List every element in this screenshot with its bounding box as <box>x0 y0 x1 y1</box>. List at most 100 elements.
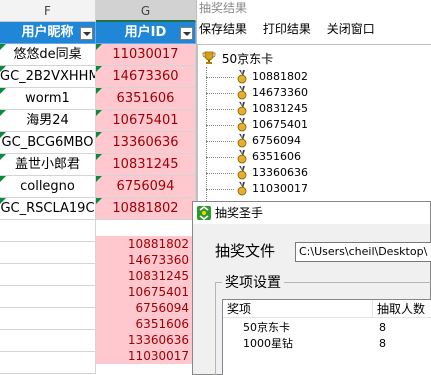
empty-cell[interactable] <box>0 308 96 330</box>
empty-cell[interactable] <box>0 286 96 308</box>
nickname-cell[interactable]: worm1 <box>0 88 96 110</box>
medal-icon <box>237 102 247 116</box>
error-indicator-icon <box>0 132 6 138</box>
user-id-cell[interactable]: 10675401 <box>96 110 196 132</box>
nickname-cell[interactable]: 盖世小郎君 <box>0 154 96 176</box>
pasted-id-cell[interactable]: 11030017 <box>96 348 196 364</box>
filter-dropdown-icon[interactable] <box>80 27 93 40</box>
nickname-cell[interactable]: GC_2B2VXHHM <box>0 66 96 88</box>
table-row: collegno 6756094 <box>0 176 196 198</box>
user-id-cell[interactable]: 10881802 <box>96 198 196 220</box>
error-indicator-icon <box>96 44 102 50</box>
winner-id: 10881802 <box>252 70 308 83</box>
list-item[interactable]: 1000星钻 8 <box>223 336 431 352</box>
column-header-count[interactable]: 抽取人数 <box>373 300 431 318</box>
user-id-cell[interactable]: 6351606 <box>96 88 196 110</box>
window-titlebar[interactable]: 抽奖圣手 <box>193 202 430 224</box>
error-indicator-icon <box>0 176 6 182</box>
prize-count: 8 <box>379 337 386 350</box>
prize-name: 1000星钻 <box>243 337 293 350</box>
pasted-id-cell[interactable]: 14673360 <box>96 252 196 268</box>
user-id-cell[interactable]: 13360636 <box>96 132 196 154</box>
menu-bar: 保存结果 打印结果 关闭窗口 <box>197 18 431 40</box>
user-id-cell[interactable]: 14673360 <box>96 66 196 88</box>
user-id-header-cell[interactable]: 用户ID <box>96 22 196 44</box>
nickname-cell[interactable]: collegno <box>0 176 96 198</box>
pasted-id-cell[interactable]: 6756094 <box>96 300 196 316</box>
menu-save-results[interactable]: 保存结果 <box>199 22 247 36</box>
nickname-cell[interactable]: 海男24 <box>0 110 96 132</box>
pasted-id-cell[interactable]: 6351606 <box>96 316 196 332</box>
tree-connector <box>206 67 207 207</box>
prize-count: 8 <box>379 321 386 334</box>
winner-id: 10675401 <box>252 118 308 131</box>
error-indicator-icon <box>0 88 6 94</box>
table-row: GC_RSCLA19C 10881802 <box>0 198 196 220</box>
error-indicator-icon <box>0 154 6 160</box>
nickname-cell[interactable]: GC_BCG6MBO <box>0 132 96 154</box>
nickname-cell[interactable]: GC_RSCLA19C <box>0 198 96 220</box>
table-row: GC_2B2VXHHM 14673360 <box>0 66 196 88</box>
prize-list[interactable]: 奖项 抽取人数 50京东卡 8 1000星钻 8 <box>222 299 431 375</box>
prize-name: 50京东卡 <box>243 321 290 334</box>
medal-icon <box>237 70 247 84</box>
group-title: 奖项设置 <box>222 272 284 292</box>
column-header-g[interactable]: G <box>96 0 196 22</box>
winner-id: 6756094 <box>252 134 301 147</box>
nickname-cell[interactable]: 悠悠de同桌 <box>0 44 96 66</box>
column-header-f[interactable]: F <box>0 0 96 22</box>
error-indicator-icon <box>96 66 102 72</box>
file-path-field[interactable]: C:\Users\cheil\Desktop\【 <box>295 242 431 262</box>
error-indicator-icon <box>96 154 102 160</box>
empty-cell[interactable] <box>0 220 96 242</box>
list-item[interactable]: 50京东卡 8 <box>223 320 431 336</box>
pasted-id-cell[interactable]: 10831245 <box>96 268 196 284</box>
pasted-id-cell[interactable]: 13360636 <box>96 332 196 348</box>
empty-cell[interactable] <box>0 264 96 286</box>
table-row: 海男24 10675401 <box>0 110 196 132</box>
medal-icon <box>237 150 247 164</box>
user-id-cell[interactable]: 6756094 <box>96 176 196 198</box>
empty-cell[interactable] <box>0 330 96 352</box>
file-label: 抽奖文件 <box>215 242 276 260</box>
user-id-header-label: 用户ID <box>124 25 167 40</box>
error-indicator-icon <box>96 88 102 94</box>
column-headers: F G <box>0 0 196 22</box>
empty-cell[interactable] <box>0 352 96 374</box>
error-indicator-icon <box>96 132 102 138</box>
error-indicator-icon <box>96 110 102 116</box>
menu-close-window[interactable]: 关闭窗口 <box>327 22 375 36</box>
error-indicator-icon <box>0 110 6 116</box>
medal-icon <box>237 86 247 100</box>
winner-id: 13360636 <box>252 166 308 179</box>
tree-root-node[interactable]: 50京东卡 <box>202 51 273 67</box>
medal-icon <box>237 118 247 132</box>
trophy-icon <box>202 51 216 64</box>
empty-cell[interactable] <box>0 242 96 264</box>
winner-id: 6351606 <box>252 150 301 163</box>
nickname-header-label: 用户昵称 <box>21 25 74 40</box>
error-indicator-icon <box>96 198 102 204</box>
medal-icon <box>237 166 247 180</box>
medal-icon <box>237 134 247 148</box>
window-title: 抽奖结果 <box>199 1 248 15</box>
user-id-cell[interactable]: 10831245 <box>96 154 196 176</box>
table-row: worm1 6351606 <box>0 88 196 110</box>
lottery-assistant-window: 抽奖圣手 抽奖文件 C:\Users\cheil\Desktop\【 奖项设置 … <box>192 201 431 375</box>
column-header-prize[interactable]: 奖项 <box>223 300 373 318</box>
user-id-cell[interactable]: 11030017 <box>96 44 196 66</box>
nickname-header-cell[interactable]: 用户昵称 <box>0 22 96 44</box>
error-indicator-icon <box>0 44 6 50</box>
pasted-id-cell[interactable]: 10675401 <box>96 284 196 300</box>
pasted-id-cell[interactable]: 10881802 <box>96 236 196 252</box>
winner-id: 11030017 <box>252 182 308 195</box>
winner-id: 10831245 <box>252 102 308 115</box>
filter-active-icon[interactable] <box>180 27 193 40</box>
app-icon <box>197 206 211 220</box>
winner-id: 14673360 <box>252 86 308 99</box>
menu-print-results[interactable]: 打印结果 <box>263 22 311 36</box>
lottery-result-window: 抽奖结果 保存结果 打印结果 关闭窗口 50京东卡 10881802 14673… <box>196 0 431 207</box>
window-title: 抽奖圣手 <box>215 206 264 220</box>
tree-root-label: 50京东卡 <box>221 52 274 66</box>
medal-icon <box>237 182 247 196</box>
